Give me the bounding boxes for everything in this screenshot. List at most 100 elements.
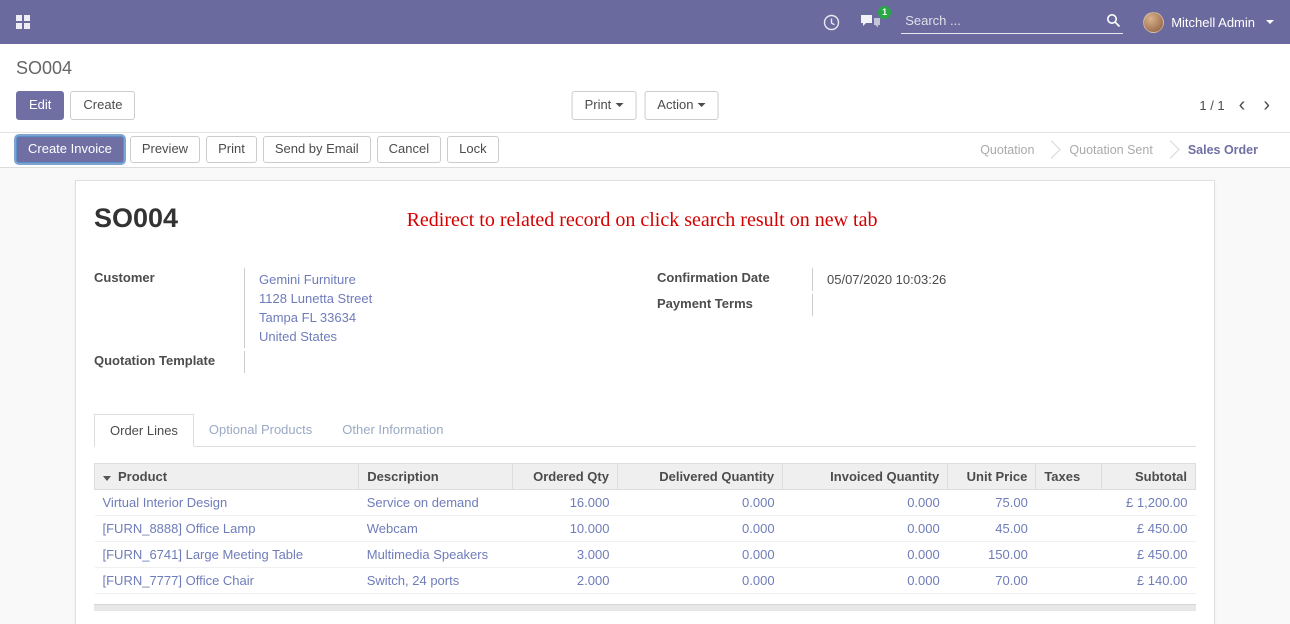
global-search: [901, 11, 1123, 34]
cell-product[interactable]: [FURN_6741] Large Meeting Table: [95, 541, 359, 567]
cell-invoiced-qty[interactable]: 0.000: [783, 567, 948, 593]
cell-subtotal[interactable]: £ 1,200.00: [1102, 489, 1196, 515]
cell-subtotal[interactable]: £ 140.00: [1102, 567, 1196, 593]
chevron-down-icon: [615, 103, 623, 107]
cell-ordered-qty[interactable]: 2.000: [513, 567, 618, 593]
cell-unit-price[interactable]: 70.00: [948, 567, 1036, 593]
print-menu-button[interactable]: Print: [572, 91, 637, 120]
lock-button[interactable]: Lock: [447, 136, 498, 163]
cell-subtotal[interactable]: £ 450.00: [1102, 515, 1196, 541]
cell-description[interactable]: Switch, 24 ports: [359, 567, 513, 593]
search-icon[interactable]: [1106, 13, 1121, 28]
form-sheet: SO004 Redirect to related record on clic…: [75, 180, 1215, 624]
cell-product[interactable]: [FURN_8888] Office Lamp: [95, 515, 359, 541]
cell-description[interactable]: Service on demand: [359, 489, 513, 515]
column-header-subtotal[interactable]: Subtotal: [1102, 463, 1196, 489]
confirmation-date-label: Confirmation Date: [657, 268, 812, 291]
print-button[interactable]: Print: [206, 136, 257, 163]
pager-previous-icon[interactable]: ‹: [1235, 95, 1250, 115]
apps-menu-icon[interactable]: [16, 15, 30, 29]
order-line-row[interactable]: [FURN_7777] Office Chair Switch, 24 port…: [95, 567, 1196, 593]
cell-taxes[interactable]: [1036, 515, 1102, 541]
cell-description[interactable]: Multimedia Speakers: [359, 541, 513, 567]
tab-other-information[interactable]: Other Information: [327, 414, 458, 446]
tab-order-lines[interactable]: Order Lines: [94, 414, 194, 447]
pager-next-icon[interactable]: ›: [1259, 95, 1274, 115]
sort-descending-icon: [103, 476, 111, 481]
column-header-taxes[interactable]: Taxes: [1036, 463, 1102, 489]
cell-ordered-qty[interactable]: 10.000: [513, 515, 618, 541]
send-by-email-button[interactable]: Send by Email: [263, 136, 371, 163]
messages-count-badge: 1: [878, 6, 891, 19]
user-avatar: [1143, 12, 1164, 33]
cell-invoiced-qty[interactable]: 0.000: [783, 489, 948, 515]
quotation-template-field[interactable]: [244, 351, 633, 373]
cell-ordered-qty[interactable]: 16.000: [513, 489, 618, 515]
customer-name-link[interactable]: Gemini Furniture: [259, 270, 633, 289]
column-header-invoiced-quantity[interactable]: Invoiced Quantity: [783, 463, 948, 489]
quotation-template-label: Quotation Template: [94, 351, 244, 373]
table-footer-strip: [94, 604, 1196, 611]
annotation-note: Redirect to related record on click sear…: [407, 209, 968, 232]
customer-street: 1128 Lunetta Street: [259, 289, 633, 308]
cell-delivered-qty[interactable]: 0.000: [617, 567, 782, 593]
column-header-unit-price[interactable]: Unit Price: [948, 463, 1036, 489]
activities-clock-icon[interactable]: [823, 14, 840, 31]
control-panel: SO004 Edit Create Print Action 1 / 1 ‹ ›: [0, 44, 1290, 132]
pager: 1 / 1 ‹ ›: [1199, 95, 1274, 115]
cell-unit-price[interactable]: 75.00: [948, 489, 1036, 515]
column-header-delivered-quantity[interactable]: Delivered Quantity: [617, 463, 782, 489]
state-sales-order[interactable]: Sales Order: [1172, 143, 1274, 157]
payment-terms-label: Payment Terms: [657, 294, 812, 316]
top-navbar: 1 Mitchell Admin: [0, 0, 1290, 44]
cell-product[interactable]: Virtual Interior Design: [95, 489, 359, 515]
tab-optional-products[interactable]: Optional Products: [194, 414, 327, 446]
action-menu-button[interactable]: Action: [644, 91, 718, 120]
user-name: Mitchell Admin: [1171, 15, 1255, 30]
order-line-row[interactable]: [FURN_8888] Office Lamp Webcam 10.000 0.…: [95, 515, 1196, 541]
column-header-description[interactable]: Description: [359, 463, 513, 489]
notebook: Order Lines Optional Products Other Info…: [94, 414, 1196, 611]
table-header-row: Product Description Ordered Qty Delivere…: [95, 463, 1196, 489]
cell-description[interactable]: Webcam: [359, 515, 513, 541]
customer-label: Customer: [94, 268, 244, 348]
chevron-down-icon: [1266, 20, 1274, 24]
order-line-row[interactable]: [FURN_6741] Large Meeting Table Multimed…: [95, 541, 1196, 567]
cell-subtotal[interactable]: £ 450.00: [1102, 541, 1196, 567]
customer-field[interactable]: Gemini Furniture 1128 Lunetta Street Tam…: [244, 268, 633, 348]
cell-delivered-qty[interactable]: 0.000: [617, 489, 782, 515]
preview-button[interactable]: Preview: [130, 136, 200, 163]
cell-unit-price[interactable]: 150.00: [948, 541, 1036, 567]
page-title: SO004: [94, 203, 178, 234]
state-quotation[interactable]: Quotation: [964, 143, 1050, 157]
cell-delivered-qty[interactable]: 0.000: [617, 541, 782, 567]
cancel-button[interactable]: Cancel: [377, 136, 441, 163]
order-line-row[interactable]: Virtual Interior Design Service on deman…: [95, 489, 1196, 515]
state-quotation-sent[interactable]: Quotation Sent: [1053, 143, 1168, 157]
cell-ordered-qty[interactable]: 3.000: [513, 541, 618, 567]
breadcrumb[interactable]: SO004: [16, 58, 1274, 79]
cell-taxes[interactable]: [1036, 541, 1102, 567]
cell-taxes[interactable]: [1036, 567, 1102, 593]
cell-product[interactable]: [FURN_7777] Office Chair: [95, 567, 359, 593]
cell-invoiced-qty[interactable]: 0.000: [783, 541, 948, 567]
create-invoice-button[interactable]: Create Invoice: [16, 136, 124, 163]
messages-icon[interactable]: 1: [860, 14, 881, 30]
payment-terms-field[interactable]: [812, 294, 1196, 316]
customer-country: United States: [259, 327, 633, 346]
create-button[interactable]: Create: [70, 91, 135, 120]
print-menu-label: Print: [585, 97, 612, 114]
search-input[interactable]: [905, 13, 1106, 28]
cell-delivered-qty[interactable]: 0.000: [617, 515, 782, 541]
cell-invoiced-qty[interactable]: 0.000: [783, 515, 948, 541]
cell-unit-price[interactable]: 45.00: [948, 515, 1036, 541]
edit-button[interactable]: Edit: [16, 91, 64, 120]
column-header-product[interactable]: Product: [95, 463, 359, 489]
user-menu[interactable]: Mitchell Admin: [1143, 12, 1274, 33]
column-header-ordered-qty[interactable]: Ordered Qty: [513, 463, 618, 489]
statusbar: Create Invoice Preview Print Send by Ema…: [0, 132, 1290, 168]
chevron-down-icon: [697, 103, 705, 107]
cell-taxes[interactable]: [1036, 489, 1102, 515]
action-menu-label: Action: [657, 97, 693, 114]
confirmation-date-value: 05/07/2020 10:03:26: [812, 268, 1196, 291]
